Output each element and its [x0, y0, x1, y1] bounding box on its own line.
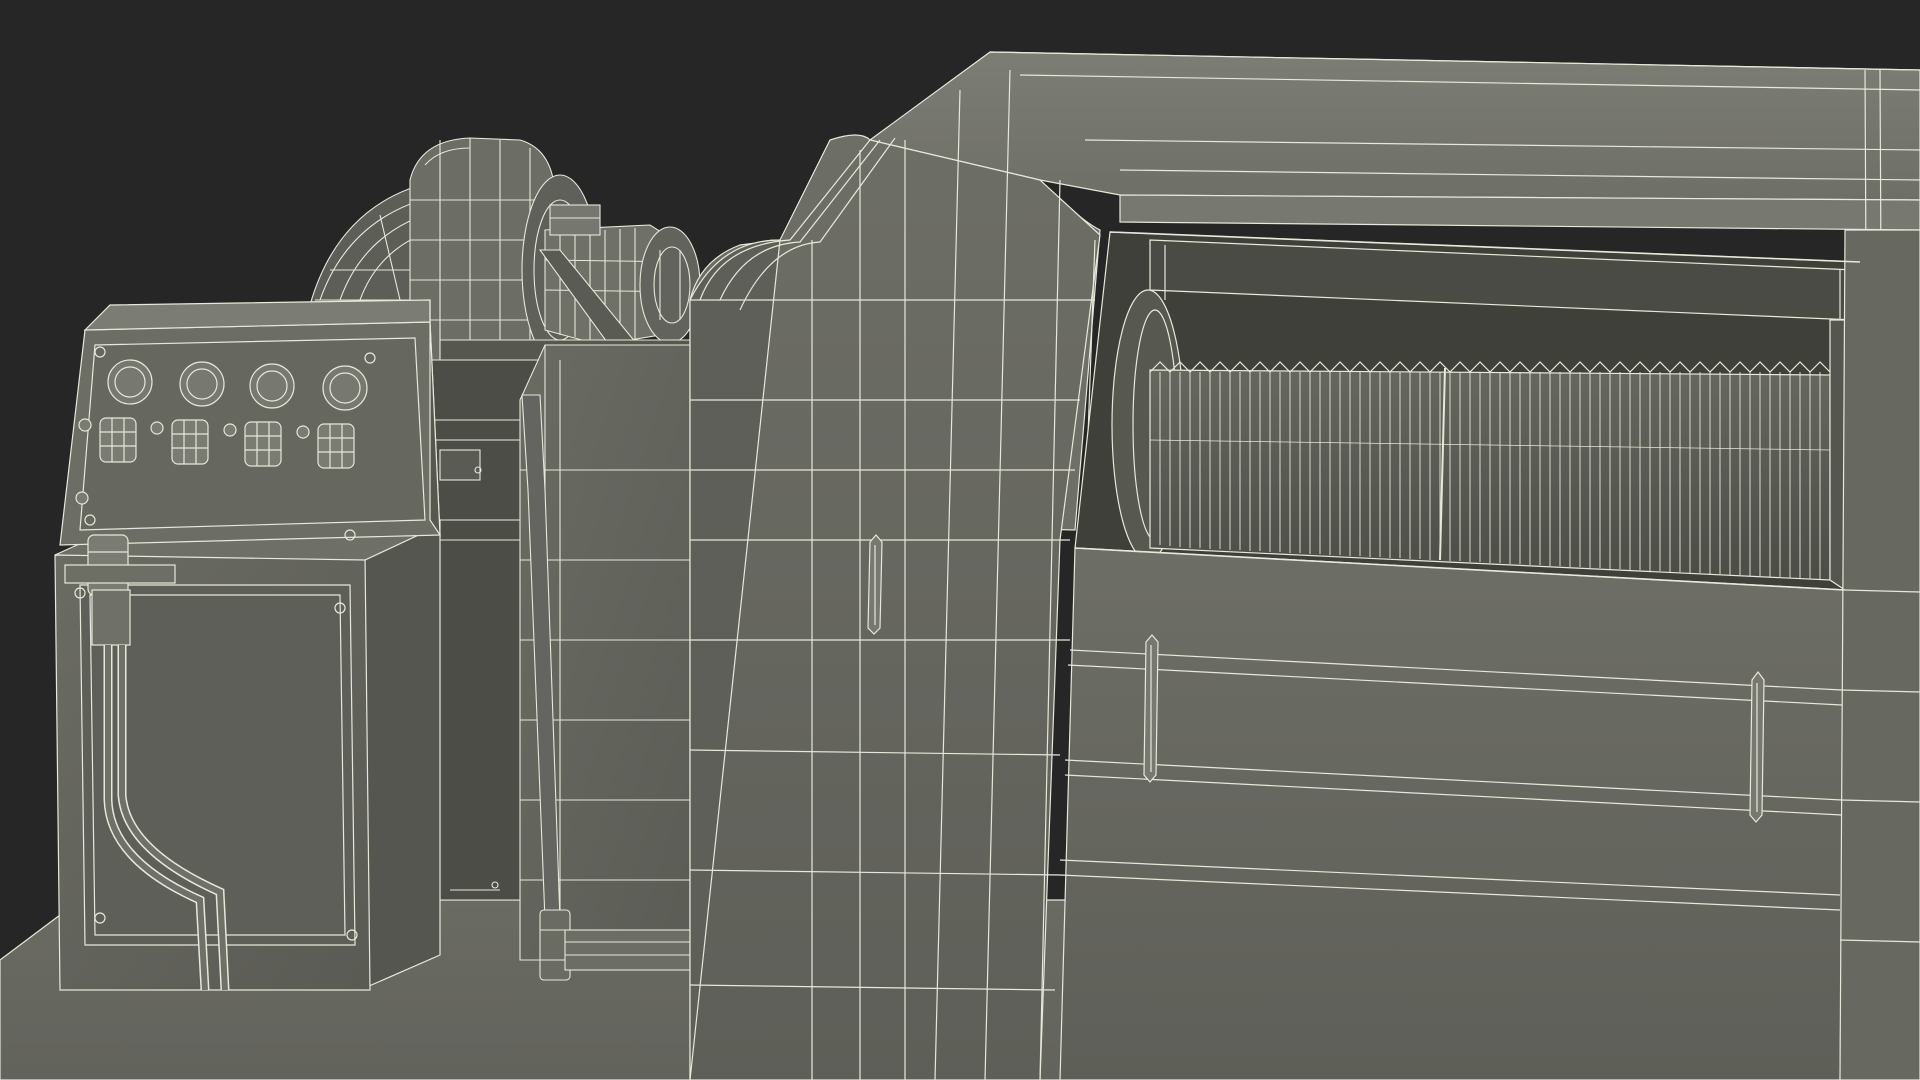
- control-cabinet: [54, 299, 441, 991]
- wireframe-winch-model: [0, 51, 1920, 1080]
- model-viewport[interactable]: [0, 0, 1920, 1080]
